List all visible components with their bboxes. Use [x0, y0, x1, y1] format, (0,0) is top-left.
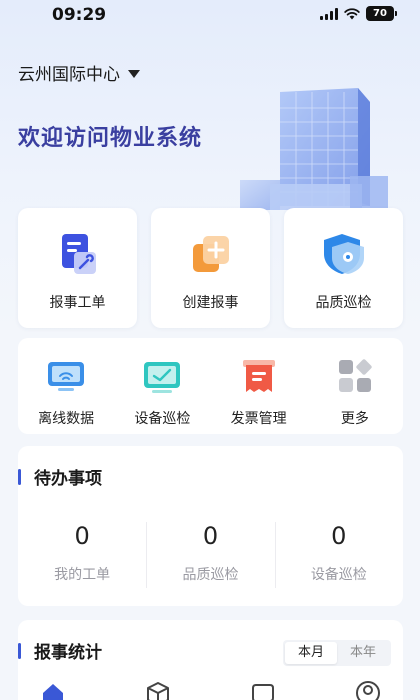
todo-stats: 0 我的工单 0 品质巡检 0 设备巡检 [18, 522, 403, 588]
more-shortcut[interactable]: 更多 [307, 338, 403, 434]
location-name: 云州国际中心 [18, 65, 120, 85]
cube-icon [146, 682, 169, 700]
nav-home[interactable] [0, 680, 105, 700]
tab-this-year[interactable]: 本年 [337, 642, 389, 664]
offline-data-icon [48, 362, 85, 391]
todo-device-inspection[interactable]: 0 设备巡检 [274, 522, 403, 588]
shortcut-grid: 离线数据 设备巡检 发票管理 更多 [18, 338, 403, 434]
work-order-card[interactable]: 报事工单 [18, 208, 137, 328]
invoice-shortcut[interactable]: 发票管理 [211, 338, 307, 434]
bottom-nav [0, 680, 420, 700]
nav-messages[interactable] [210, 680, 315, 700]
todo-device-inspection-count: 0 [331, 522, 347, 550]
todo-quality-inspection-label: 品质巡检 [182, 567, 239, 583]
cellular-signal-icon [320, 7, 338, 20]
quality-inspection-label: 品质巡检 [315, 295, 372, 311]
quality-inspection-icon [323, 234, 364, 274]
invoice-icon [242, 360, 275, 392]
battery-icon: 70 [366, 6, 397, 21]
home-icon [42, 684, 63, 700]
create-report-label: 创建报事 [182, 295, 239, 311]
location-selector[interactable]: 云州国际中心 [18, 60, 140, 85]
todo-device-inspection-label: 设备巡检 [310, 567, 367, 583]
caret-down-icon [128, 69, 140, 78]
quality-inspection-card[interactable]: 品质巡检 [284, 208, 403, 328]
more-grid-icon [338, 359, 372, 392]
nav-profile[interactable] [315, 680, 420, 700]
todo-my-orders-count: 0 [74, 522, 90, 550]
todo-quality-inspection[interactable]: 0 品质巡检 [146, 522, 274, 588]
period-toggle: 本月 本年 [283, 640, 391, 666]
todo-card: 待办事项 0 我的工单 0 品质巡检 0 设备巡检 [18, 446, 403, 606]
report-stats-title: 报事统计 [34, 643, 102, 663]
create-report-icon [192, 236, 229, 272]
building-illustration [240, 88, 388, 210]
user-icon [355, 681, 380, 700]
todo-title: 待办事项 [34, 469, 102, 489]
offline-data-shortcut[interactable]: 离线数据 [18, 338, 114, 434]
wifi-icon [344, 7, 360, 19]
status-bar: 09:29 70 [0, 0, 420, 30]
status-icons: 70 [320, 6, 397, 21]
tab-this-month[interactable]: 本月 [285, 642, 337, 664]
quick-action-cards: 报事工单 创建报事 品质巡检 [18, 208, 403, 328]
message-icon [251, 684, 274, 700]
work-order-icon [61, 234, 96, 274]
todo-quality-inspection-count: 0 [202, 522, 219, 550]
welcome-title: 欢迎访问物业系统 [18, 126, 203, 151]
invoice-label: 发票管理 [230, 411, 287, 427]
todo-my-orders-label: 我的工单 [54, 567, 111, 583]
device-inspection-shortcut[interactable]: 设备巡检 [114, 338, 210, 434]
device-inspection-label: 设备巡检 [134, 411, 191, 427]
report-stats-section-title: 报事统计 [18, 638, 102, 663]
status-time: 09:29 [52, 5, 107, 25]
section-accent-bar [18, 642, 21, 659]
work-order-label: 报事工单 [49, 295, 106, 311]
device-inspection-icon [144, 362, 181, 393]
nav-workspace[interactable] [105, 680, 210, 700]
more-label: 更多 [340, 411, 369, 427]
create-report-card[interactable]: 创建报事 [151, 208, 270, 328]
offline-data-label: 离线数据 [38, 411, 95, 427]
todo-section-title: 待办事项 [18, 464, 102, 489]
todo-my-orders[interactable]: 0 我的工单 [18, 522, 146, 588]
section-accent-bar [18, 468, 21, 485]
